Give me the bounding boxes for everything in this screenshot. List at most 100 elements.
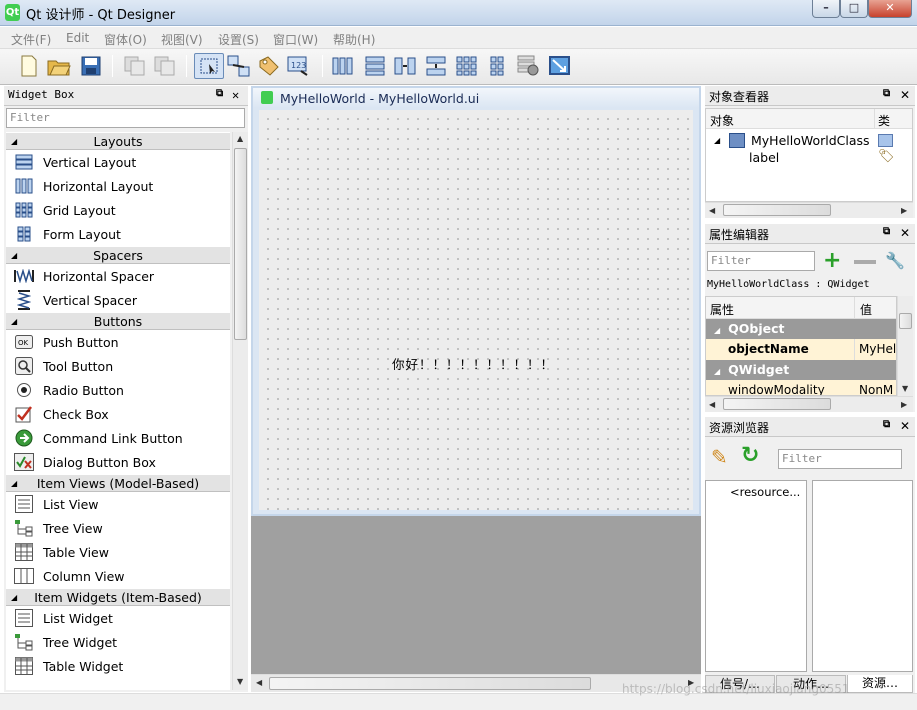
category-buttons[interactable]: ◢ Buttons: [6, 312, 230, 330]
widget-vertical-spacer[interactable]: Vertical Spacer: [6, 288, 230, 312]
form-canvas[interactable]: 你好！！！！！！！！！！: [259, 110, 693, 510]
menu-form[interactable]: 窗体(O): [104, 31, 147, 48]
widget-check-box[interactable]: Check Box: [6, 402, 230, 426]
widget-command-link-button[interactable]: Command Link Button: [6, 426, 230, 450]
property-context: MyHelloWorldClass : QWidget: [707, 279, 870, 290]
property-filter-input[interactable]: Filter: [707, 251, 815, 271]
column-property[interactable]: 属性: [710, 301, 734, 318]
close-panel-icon[interactable]: ✕: [232, 88, 239, 102]
close-panel-icon[interactable]: ✕: [900, 88, 910, 102]
property-row-objectname[interactable]: objectName MyHel: [706, 339, 896, 360]
mdi-area: MyHelloWorld - MyHelloWorld.ui 你好！！！！！！！…: [251, 86, 701, 692]
copy-disabled-icon[interactable]: [122, 53, 148, 79]
reload-icon[interactable]: ↻: [741, 443, 759, 468]
maximize-icon[interactable]: □: [840, 0, 868, 18]
menu-window[interactable]: 窗口(W): [273, 31, 318, 48]
layout-v-splitter-icon[interactable]: [423, 53, 449, 79]
menu-file[interactable]: 文件(F): [11, 31, 51, 48]
property-value[interactable]: NonM: [859, 383, 893, 395]
edit-resources-pencil-icon[interactable]: ✎: [711, 445, 728, 469]
open-folder-icon[interactable]: [46, 53, 72, 79]
widget-tree-view[interactable]: Tree View: [6, 516, 230, 540]
widget-form-layout[interactable]: Form Layout: [6, 222, 230, 246]
object-root[interactable]: MyHelloWorldClass: [751, 133, 870, 148]
close-panel-icon[interactable]: ✕: [900, 226, 910, 240]
float-icon[interactable]: ⧉: [883, 226, 890, 237]
widget-dialog-button-box[interactable]: Dialog Button Box: [6, 450, 230, 474]
property-editor-panel: 属性编辑器 ⧉ ✕ Filter + 🔧 MyHelloWorldClass :…: [705, 224, 915, 412]
float-icon[interactable]: ⧉: [216, 88, 223, 99]
minimize-icon[interactable]: –: [812, 0, 840, 18]
scrollbar-thumb[interactable]: [899, 313, 912, 329]
widget-radio-button[interactable]: Radio Button: [6, 378, 230, 402]
column-value[interactable]: 值: [860, 301, 872, 318]
layout-h-splitter-icon[interactable]: [392, 53, 418, 79]
resource-root[interactable]: <resource...: [730, 485, 800, 499]
remove-property-icon[interactable]: [854, 260, 876, 264]
category-spacers[interactable]: ◢ Spacers: [6, 246, 230, 264]
property-group-qobject[interactable]: ◢ QObject: [706, 319, 896, 339]
category-item-widgets[interactable]: ◢ Item Widgets (Item-Based): [6, 588, 230, 606]
scrollbar-thumb[interactable]: [234, 148, 247, 340]
property-row-windowmodality[interactable]: windowModality NonM: [706, 380, 896, 396]
close-icon[interactable]: ✕: [868, 0, 912, 18]
widget-table-view[interactable]: Table View: [6, 540, 230, 564]
edit-signals-slots-icon[interactable]: [226, 53, 252, 79]
table-view-icon: [14, 543, 34, 561]
layout-horizontal-icon[interactable]: [330, 53, 356, 79]
break-layout-icon[interactable]: [516, 53, 542, 79]
scrollbar-thumb[interactable]: [723, 204, 831, 216]
new-file-icon[interactable]: [16, 53, 42, 79]
layout-form-icon[interactable]: [485, 53, 511, 79]
scrollbar-thumb[interactable]: [269, 677, 591, 690]
float-icon[interactable]: ⧉: [883, 88, 890, 99]
edit-tab-order-icon[interactable]: 123: [286, 53, 312, 79]
configure-wrench-icon[interactable]: 🔧: [885, 251, 905, 270]
widget-vertical-layout[interactable]: Vertical Layout: [6, 150, 230, 174]
paste-disabled-icon[interactable]: [152, 53, 178, 79]
edit-widgets-icon[interactable]: [194, 53, 224, 79]
widget-horizontal-layout[interactable]: Horizontal Layout: [6, 174, 230, 198]
close-panel-icon[interactable]: ✕: [900, 419, 910, 433]
property-name: windowModality: [728, 383, 825, 396]
expand-arrow-icon[interactable]: ◢: [714, 136, 720, 145]
layout-grid-icon[interactable]: [454, 53, 480, 79]
widget-list-view[interactable]: List View: [6, 492, 230, 516]
widget-column-view[interactable]: Column View: [6, 564, 230, 588]
form-window-title-bar[interactable]: MyHelloWorld - MyHelloWorld.ui: [253, 88, 699, 108]
widget-push-button[interactable]: OK Push Button: [6, 330, 230, 354]
category-item-views[interactable]: ◢ Item Views (Model-Based): [6, 474, 230, 492]
adjust-size-icon[interactable]: [547, 53, 573, 79]
add-property-icon[interactable]: +: [823, 250, 841, 272]
widget-list-widget[interactable]: List Widget: [6, 606, 230, 630]
menu-edit[interactable]: Edit: [66, 31, 89, 45]
property-group-qwidget[interactable]: ◢ QWidget: [706, 360, 896, 380]
hello-label[interactable]: 你好！！！！！！！！！！: [392, 354, 554, 373]
property-h-scrollbar[interactable]: ◀ ▶: [705, 396, 913, 412]
property-value[interactable]: MyHel: [859, 342, 896, 356]
menu-settings[interactable]: 设置(S): [218, 31, 259, 48]
widget-horizontal-spacer[interactable]: Horizontal Spacer: [6, 264, 230, 288]
column-class[interactable]: 类: [878, 112, 890, 129]
category-layouts[interactable]: ◢ Layouts: [6, 132, 230, 150]
widget-list-scrollbar[interactable]: ▲ ▼: [232, 132, 248, 690]
scrollbar-thumb[interactable]: [723, 398, 831, 410]
widget-filter-input[interactable]: Filter: [6, 108, 245, 128]
widget-grid-layout[interactable]: Grid Layout: [6, 198, 230, 222]
edit-buddies-icon[interactable]: [256, 53, 282, 79]
property-v-scrollbar[interactable]: ▼: [897, 296, 913, 396]
menu-view[interactable]: 视图(V): [161, 31, 203, 48]
widget-tool-button[interactable]: Tool Button: [6, 354, 230, 378]
resource-filter-input[interactable]: Filter: [778, 449, 902, 469]
widget-tree-widget[interactable]: Tree Widget: [6, 630, 230, 654]
column-object[interactable]: 对象: [710, 112, 734, 129]
object-tree-h-scrollbar[interactable]: ◀ ▶: [705, 202, 913, 218]
horizontal-layout-icon: [14, 177, 34, 195]
menu-help[interactable]: 帮助(H): [333, 31, 375, 48]
save-icon[interactable]: [78, 53, 104, 79]
widget-table-widget[interactable]: Table Widget: [6, 654, 230, 678]
tab-resources[interactable]: 资源…: [847, 675, 913, 693]
object-child-label[interactable]: label: [749, 150, 779, 165]
float-icon[interactable]: ⧉: [883, 419, 890, 430]
layout-vertical-icon[interactable]: [362, 53, 388, 79]
